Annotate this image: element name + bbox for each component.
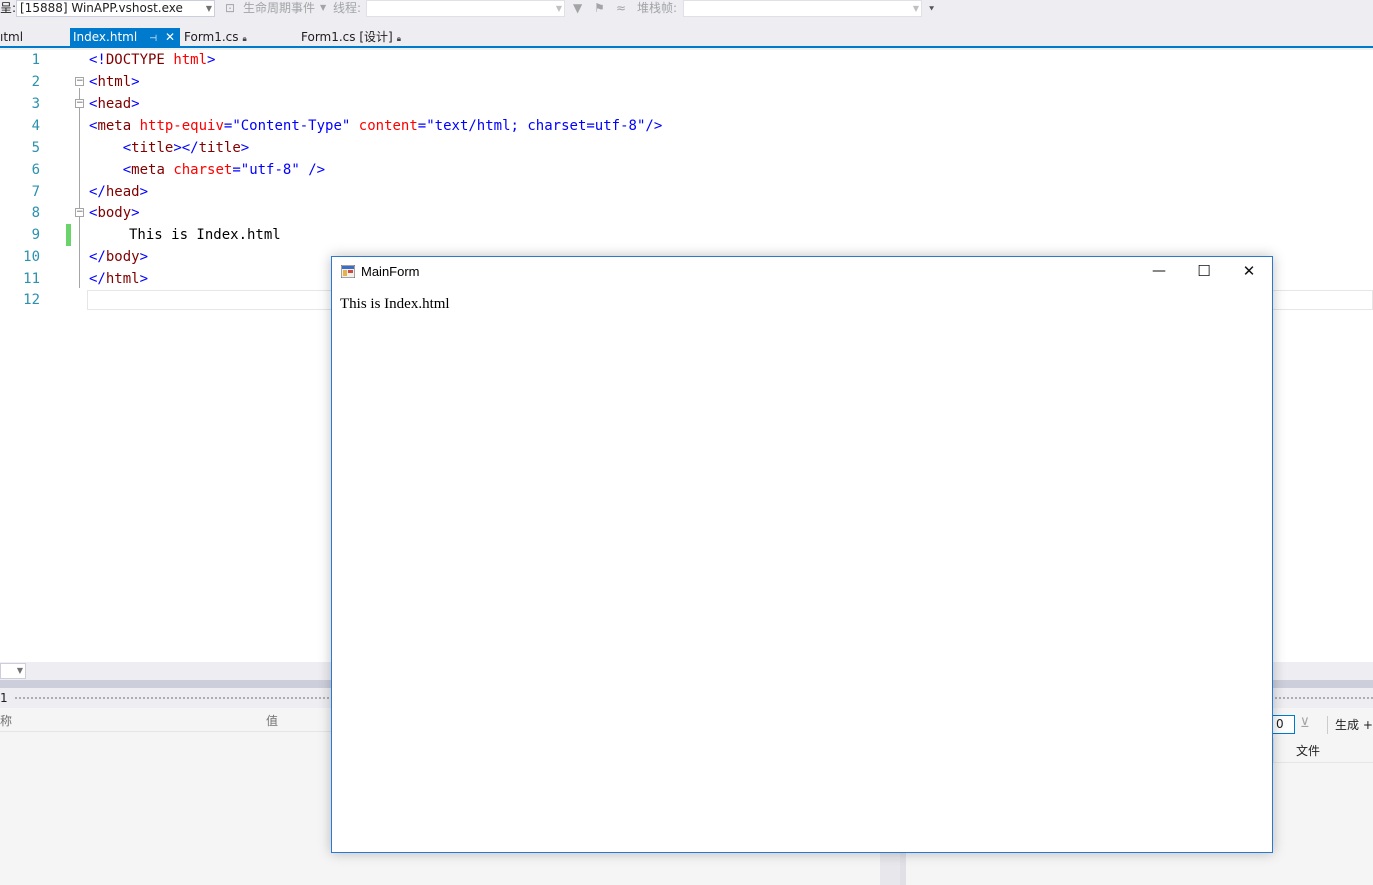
tab-label: Index.html [73,30,138,44]
chevron-down-icon: ▼ [320,3,327,12]
code-text: <meta charset="utf-8" /> [122,162,326,178]
code-line: 8 − <body> [0,202,1373,224]
webbrowser-content: This is Index.html [340,296,450,312]
line-number: 6 [31,162,40,178]
code-line: 4 <meta http-equiv="Content-Type" conten… [0,115,1373,137]
tab-label: ıtml [0,30,24,44]
code-line: 6 <meta charset="utf-8" /> [0,159,1373,181]
line-number: 12 [23,292,40,308]
column-headers: 文件 [1273,738,1373,763]
lock-icon: 🔒︎ [396,34,401,43]
code-line: 7 </head> [0,181,1373,203]
window-title: MainForm [361,264,420,279]
code-text: <head> [89,96,140,112]
code-text: <body> [89,205,140,221]
minimize-button[interactable]: — [1136,257,1182,287]
process-value: [15888] WinAPP.vshost.exe [20,1,183,15]
line-number: 4 [31,118,40,134]
code-text: </body> [89,249,149,265]
column-file-header[interactable]: 文件 [1296,742,1320,759]
tab-label: Form1.cs [设计] [301,30,393,44]
document-tabs: ıtml Index.html ⊣ ✕ Form1.cs 🔒︎ Form1.cs [设… [0,20,1373,48]
code-text: <meta http-equiv="Content-Type" content=… [89,118,663,134]
column-value-header[interactable]: 值 [266,712,278,729]
filter-icon[interactable]: ▼ [573,0,582,16]
separator [1327,716,1328,734]
message-count-box[interactable]: 0 [1272,715,1295,734]
debug-toolbar: 呈: [15888] WinAPP.vshost.exe ▼ ⊡ 生命周期事件 … [0,0,1373,20]
collapse-icon[interactable]: − [75,99,84,108]
line-number: 9 [31,227,40,243]
line-number: 10 [23,249,40,265]
lifecycle-icon: ⊡ [225,1,236,15]
code-line: 2 − <html> [0,71,1373,93]
tab-html[interactable]: ıtml [0,28,66,46]
line-number: 7 [31,184,40,200]
maximize-button[interactable]: ☐ [1181,257,1227,287]
window-title-bar[interactable]: MainForm — ☐ ✕ [332,257,1272,287]
code-text: </head> [89,184,149,200]
code-line: 9 This is Index.html [0,224,1373,246]
tab-form1-design[interactable]: Form1.cs [设计] 🔒︎ [301,28,431,46]
code-text: <title></title> [122,140,250,156]
scrollbar[interactable] [880,852,900,885]
code-line: 5 <title></title> [0,137,1373,159]
collapse-icon[interactable]: − [75,77,84,86]
app-icon [341,265,355,278]
toolbar-overflow-icon[interactable]: ⯆ [928,2,935,18]
lock-icon: 🔒︎ [242,34,247,43]
lifecycle-events-button[interactable]: 生命周期事件 [243,0,315,16]
zoom-dropdown[interactable]: ▼ [0,663,26,679]
threads-icon[interactable]: ≈ [616,0,626,16]
line-number: 5 [31,140,40,156]
process-dropdown[interactable]: [15888] WinAPP.vshost.exe ▼ [16,0,215,17]
tab-label: Form1.cs [184,30,239,44]
code-line: 3 − <head> [0,93,1373,115]
mainform-window[interactable]: MainForm — ☐ ✕ This is Index.html [331,256,1273,853]
line-number: 2 [31,74,40,90]
panel-title: 1 [0,691,8,705]
code-text: This is Index.html [129,227,281,243]
close-button[interactable]: ✕ [1226,257,1272,287]
process-label: 呈: [0,1,17,15]
stackframe-dropdown[interactable]: ▼ [683,0,922,17]
code-text: </html> [89,271,149,287]
chevron-down-icon: ▼ [555,4,562,13]
line-number: 8 [31,205,40,221]
line-number: 1 [31,52,40,68]
flag-icon[interactable]: ⚑ [594,0,605,16]
pin-icon[interactable]: ⊣ [149,34,157,44]
filter-icon[interactable]: ⊻ [1300,716,1310,731]
stackframe-label: 堆栈帧: [637,1,678,15]
tab-form1-cs[interactable]: Form1.cs 🔒︎ [184,28,294,46]
code-line: 1 <!DOCTYPE html> [0,49,1373,71]
thread-dropdown[interactable]: ▼ [366,0,565,17]
column-name-header[interactable]: 称 [0,712,12,729]
close-icon[interactable]: ✕ [165,30,175,44]
collapse-icon[interactable]: − [75,208,84,217]
line-number: 3 [31,96,40,112]
thread-label: 线程: [333,1,362,15]
chevron-down-icon: ▼ [912,4,919,13]
line-number: 11 [23,271,40,287]
code-text: <html> [89,74,140,90]
build-filter-button[interactable]: 生成 + [1335,716,1373,733]
tab-index-html[interactable]: Index.html ⊣ ✕ [70,28,180,46]
code-text: <!DOCTYPE html> [89,52,216,68]
chevron-down-icon: ▼ [205,4,212,13]
